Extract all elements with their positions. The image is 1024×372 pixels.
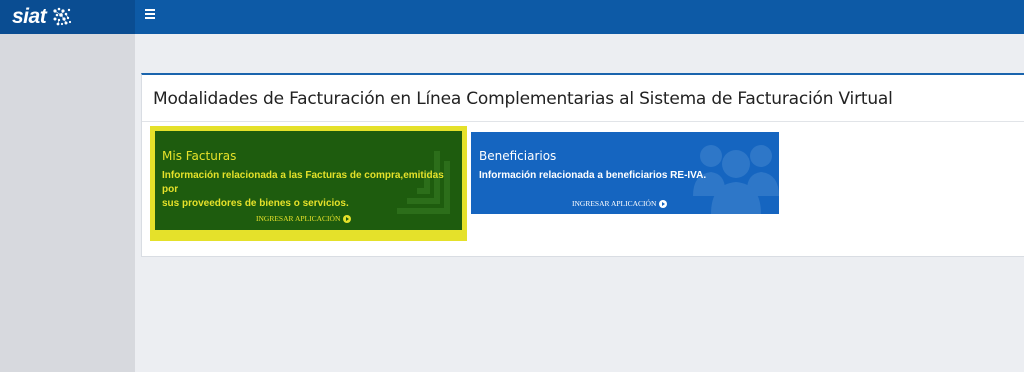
ingresar-aplicacion-link[interactable]: INGRESAR APLICACIÓN — [256, 214, 352, 223]
panel-divider — [142, 121, 1024, 122]
page-title: Modalidades de Facturación en Línea Comp… — [153, 89, 893, 109]
top-navbar: siat — [0, 0, 1024, 34]
card-title: Beneficiarios — [479, 149, 557, 163]
card-description: Información relacionada a las Facturas d… — [162, 170, 444, 209]
card-mis-facturas[interactable]: Mis Facturas Información relacionada a l… — [155, 131, 462, 230]
hamburger-menu-icon[interactable] — [145, 6, 161, 22]
card-title: Mis Facturas — [162, 149, 237, 163]
arrow-right-circle-icon — [343, 214, 352, 223]
card-beneficiarios[interactable]: Beneficiarios Información relacionada a … — [471, 132, 779, 214]
siat-logo-icon — [53, 7, 72, 26]
brand-name: siat — [12, 5, 47, 28]
arrow-right-circle-icon — [659, 199, 668, 208]
card-description: Información relacionada a beneficiarios … — [479, 170, 707, 181]
sidebar — [0, 34, 135, 372]
brand[interactable]: siat — [0, 0, 135, 34]
ingresar-aplicacion-link[interactable]: INGRESAR APLICACIÓN — [572, 199, 668, 208]
